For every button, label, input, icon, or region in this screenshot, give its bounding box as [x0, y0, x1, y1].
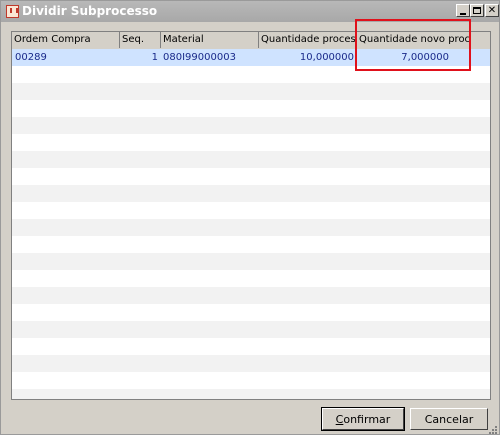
column-header-quantidade-processo[interactable]: Quantidade processo	[259, 32, 357, 48]
empty-row	[12, 219, 490, 236]
subprocess-grid[interactable]: Ordem Compra Seq. Material Quantidade pr…	[11, 31, 491, 400]
close-icon: ✕	[487, 5, 497, 16]
highlight-box	[355, 19, 471, 71]
empty-row	[12, 287, 490, 304]
empty-row	[12, 83, 490, 100]
empty-row	[12, 185, 490, 202]
resize-grip[interactable]	[488, 425, 498, 435]
cell-ordem-compra: 00289	[15, 52, 47, 63]
close-button[interactable]: ✕	[485, 4, 499, 17]
empty-row	[12, 321, 490, 338]
maximize-button[interactable]	[470, 4, 484, 17]
column-header-seq[interactable]: Seq.	[120, 32, 161, 48]
column-header-material[interactable]: Material	[161, 32, 259, 48]
column-header-ordem-compra[interactable]: Ordem Compra	[12, 32, 120, 48]
empty-row	[12, 117, 490, 134]
confirm-button[interactable]: Confirmar	[321, 407, 405, 431]
empty-row	[12, 253, 490, 270]
empty-row	[12, 151, 490, 168]
minimize-icon	[460, 13, 466, 15]
empty-row	[12, 355, 490, 372]
window-title: Dividir Subprocesso	[22, 4, 158, 18]
empty-row	[12, 389, 490, 399]
app-icon	[6, 5, 19, 18]
maximize-icon	[473, 7, 481, 14]
cell-quantidade-processo: 10,000000	[299, 52, 354, 63]
cancel-button[interactable]: Cancelar	[410, 408, 488, 430]
cell-seq: 1	[151, 52, 158, 63]
confirm-label: onfirmar	[343, 413, 391, 426]
minimize-button[interactable]	[456, 4, 470, 17]
dialog-window: Dividir Subprocesso ✕ Ordem Compra Seq. …	[0, 0, 500, 435]
cell-material: 080I99000003	[163, 52, 236, 63]
